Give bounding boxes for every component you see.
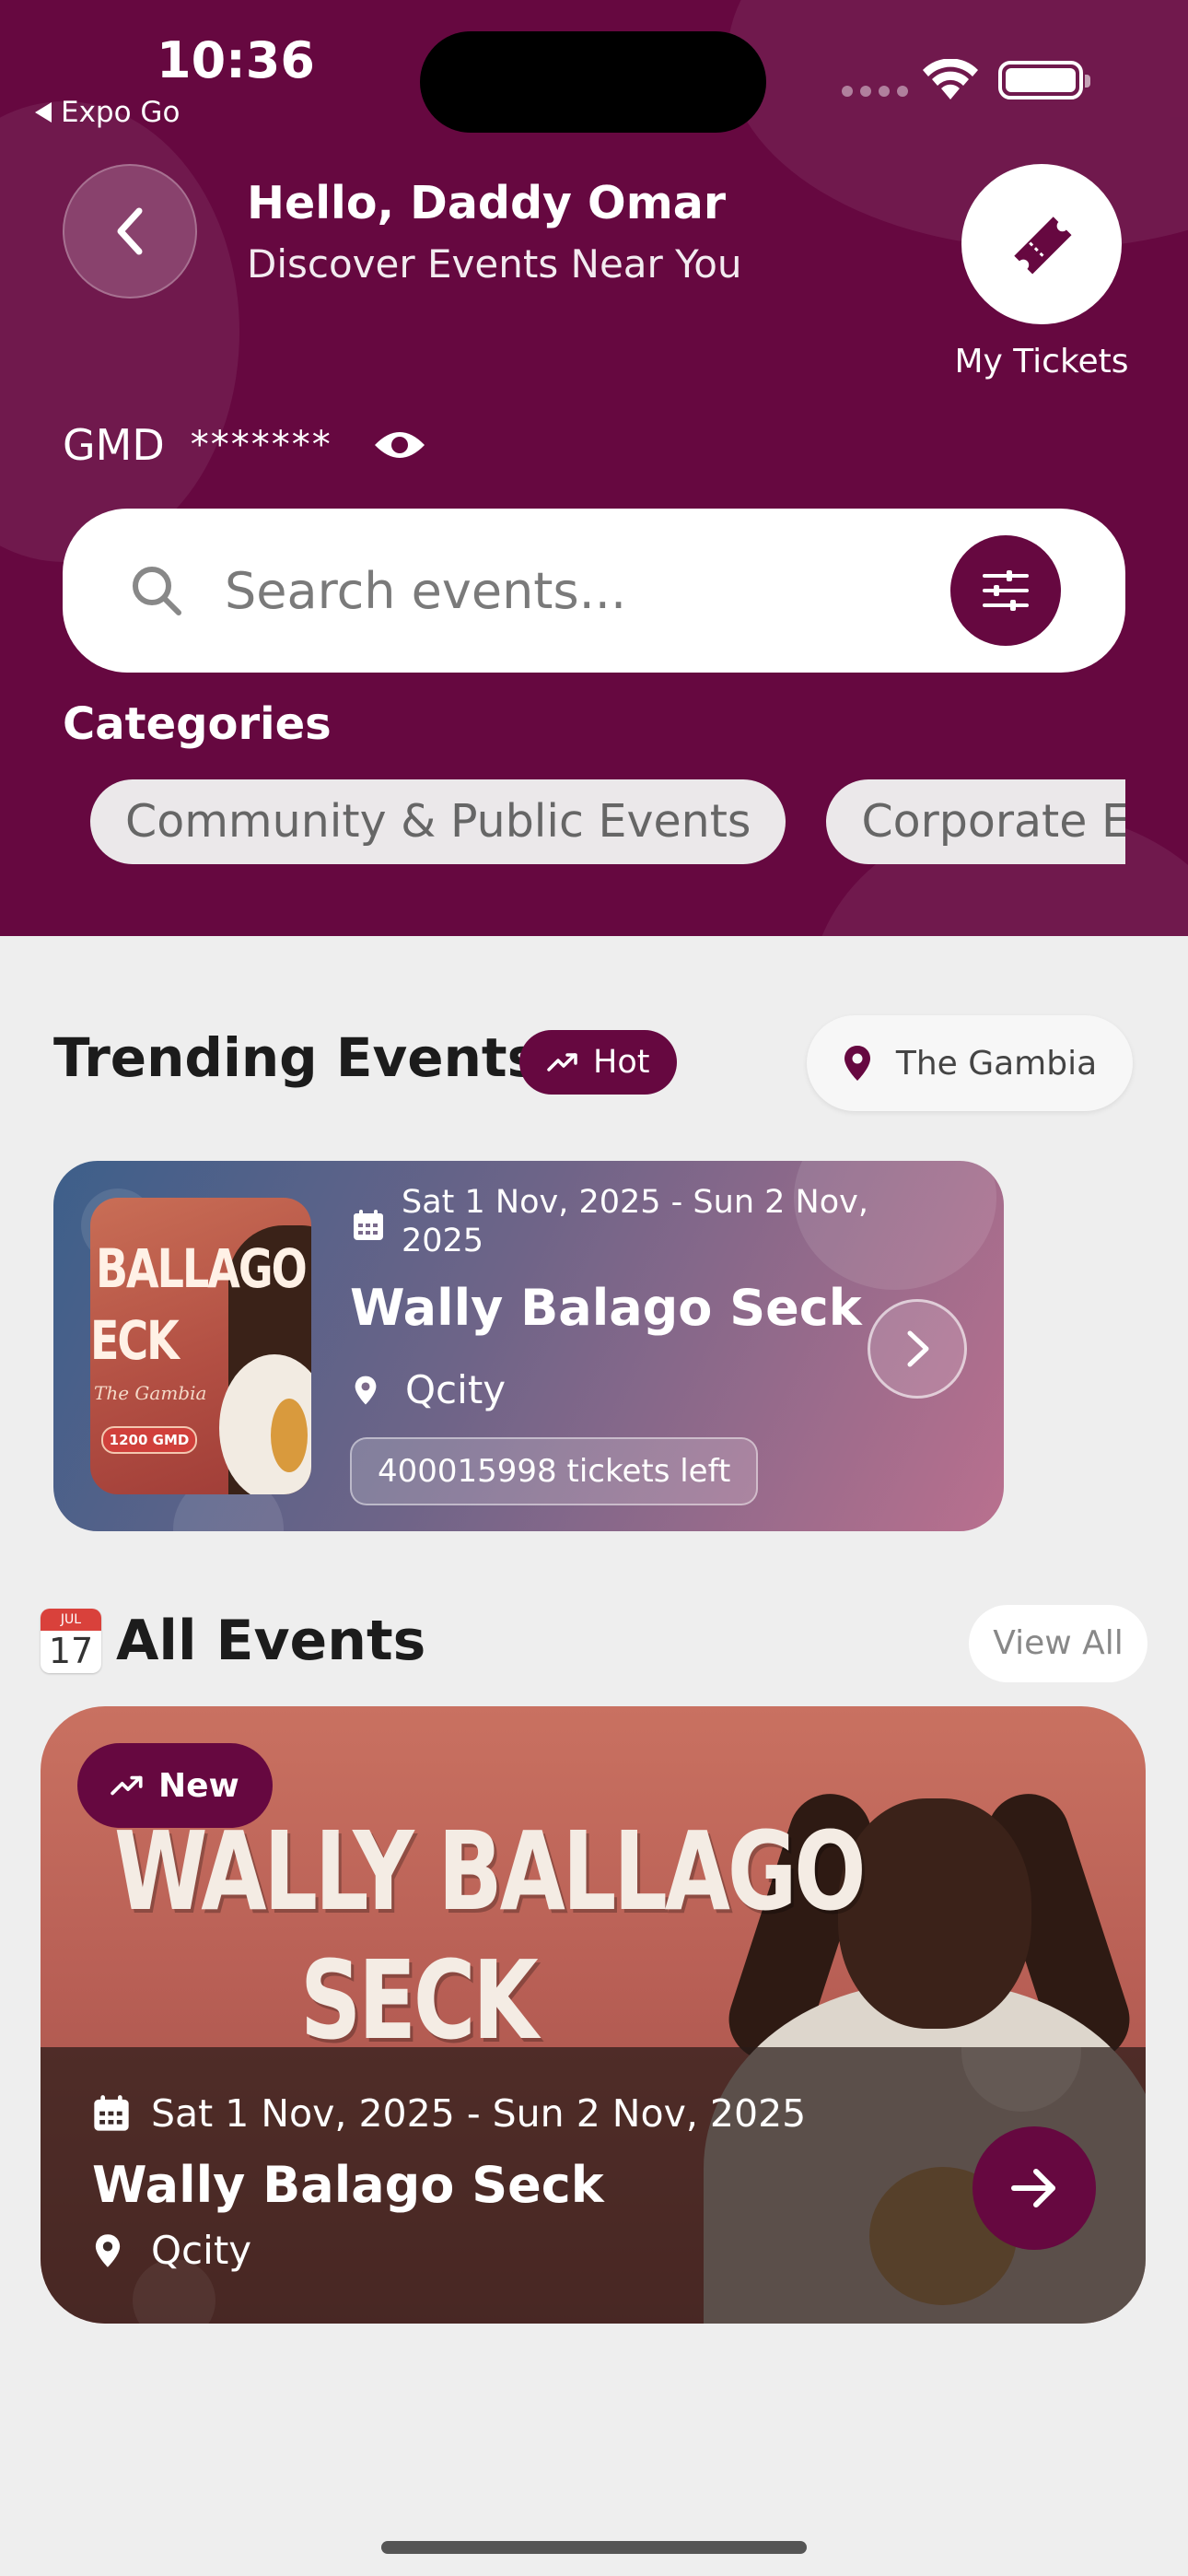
greeting: Hello, Daddy Omar	[247, 177, 727, 229]
tickets-left-badge: 400015998 tickets left	[350, 1437, 759, 1505]
category-chip[interactable]: Community & Public Events	[90, 779, 786, 864]
search-bar[interactable]: Search events...	[63, 509, 1125, 673]
map-pin-icon	[95, 2233, 121, 2267]
event-image	[838, 1798, 1031, 2029]
trending-up-icon	[547, 1053, 577, 1071]
event-venue: Qcity	[354, 1367, 506, 1412]
ticket-icon	[1014, 217, 1072, 275]
home-indicator[interactable]	[381, 2541, 807, 2554]
new-badge: New	[77, 1743, 273, 1828]
hot-badge: Hot	[519, 1030, 678, 1095]
poster-price: 1200 GMD	[101, 1426, 197, 1454]
view-all-button[interactable]: View All	[969, 1605, 1147, 1682]
event-name: Wally Balago Seck	[350, 1279, 862, 1337]
arrow-right-icon	[1011, 2169, 1055, 2207]
location-label: The Gambia	[895, 1044, 1098, 1083]
status-time: 10:36	[157, 31, 315, 89]
balance: GMD *******	[63, 420, 426, 470]
categories-title: Categories	[63, 698, 332, 750]
event-thumbnail: BALLAGO ECK The Gambia 1200 GMD	[90, 1198, 311, 1494]
back-button[interactable]	[63, 164, 197, 299]
map-pin-icon	[355, 1376, 377, 1404]
back-triangle-icon	[35, 102, 52, 123]
trending-title: Trending Events	[53, 1026, 540, 1089]
calendar-icon	[354, 1210, 383, 1240]
back-to-app-link[interactable]: Expo Go	[35, 96, 180, 129]
dynamic-island	[420, 31, 766, 133]
filter-button[interactable]	[950, 535, 1061, 646]
chevron-right-icon	[907, 1330, 929, 1367]
location-selector[interactable]: The Gambia	[807, 1015, 1133, 1111]
event-date-text: Sat 1 Nov, 2025 - Sun 2 Nov, 2025	[402, 1184, 868, 1259]
eye-icon[interactable]	[373, 427, 426, 463]
new-label: New	[158, 1766, 239, 1805]
calendar-emoji-icon: JUL 17	[41, 1609, 101, 1673]
event-banner-text: SECK	[300, 1937, 539, 2064]
category-chip[interactable]: Corporate Events	[826, 779, 1125, 864]
calendar-icon	[94, 2095, 129, 2131]
event-venue: Qcity	[94, 2228, 251, 2273]
search-input[interactable]: Search events...	[225, 562, 950, 620]
poster-text: ECK	[90, 1309, 180, 1372]
event-name: Wally Balago Seck	[92, 2156, 604, 2214]
search-icon	[129, 563, 184, 618]
cellular-signal-icon	[842, 86, 908, 97]
poster-text: The Gambia	[94, 1382, 207, 1404]
header: 10:36 Expo Go Hello, Daddy Omar Discover…	[0, 0, 1188, 936]
wifi-icon	[923, 59, 978, 100]
back-app-label: Expo Go	[61, 96, 181, 129]
balance-masked: *******	[190, 424, 332, 466]
screen: 10:36 Expo Go Hello, Daddy Omar Discover…	[0, 0, 1188, 2576]
sliders-icon	[983, 570, 1029, 611]
category-chips: Community & Public Events Corporate Event…	[90, 779, 1125, 864]
event-venue-text: Qcity	[151, 2228, 252, 2273]
trending-event-card[interactable]: BALLAGO ECK The Gambia 1200 GMD Sat 1 No…	[53, 1161, 1004, 1531]
greeting-subtitle: Discover Events Near You	[247, 241, 742, 287]
open-event-button[interactable]	[973, 2126, 1096, 2250]
all-events-title: All Events	[116, 1609, 426, 1673]
my-tickets-label[interactable]: My Tickets	[921, 343, 1162, 381]
battery-icon	[998, 61, 1090, 100]
chevron-left-icon	[117, 207, 143, 255]
all-events-header: JUL 17 All Events	[41, 1609, 425, 1673]
event-date: Sat 1 Nov, 2025 - Sun 2 Nov, 2025	[352, 1183, 904, 1260]
event-date: Sat 1 Nov, 2025 - Sun 2 Nov, 2025	[92, 2091, 806, 2136]
trending-up-icon	[111, 1775, 143, 1796]
event-venue-text: Qcity	[405, 1367, 507, 1412]
event-date-text: Sat 1 Nov, 2025 - Sun 2 Nov, 2025	[151, 2091, 807, 2136]
hot-label: Hot	[593, 1044, 650, 1081]
my-tickets-button[interactable]	[961, 164, 1122, 324]
open-event-button[interactable]	[868, 1299, 967, 1399]
map-pin-icon	[844, 1046, 870, 1081]
event-card[interactable]: WALLY BALLAGO SECK New Sat 1 Nov, 2025 -…	[41, 1706, 1146, 2324]
balance-currency: GMD	[63, 420, 165, 470]
poster-text: BALLAGO	[96, 1237, 308, 1300]
